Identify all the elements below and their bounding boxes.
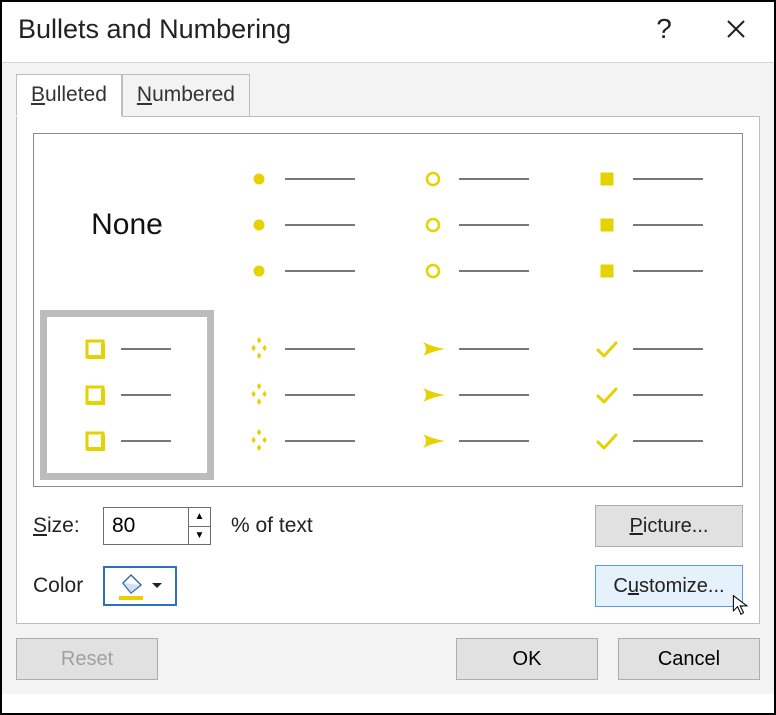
close-button[interactable] <box>714 7 758 51</box>
tab-bulleted[interactable]: Bulleted <box>16 74 122 117</box>
disc-icon <box>247 167 271 191</box>
bullet-style-arrowhead[interactable] <box>388 310 562 480</box>
size-spinner[interactable]: ▲ ▼ <box>103 507 211 545</box>
reset-button[interactable]: Reset <box>16 638 158 680</box>
bullet-style-none[interactable]: None <box>40 140 214 310</box>
filled-square-icon <box>595 167 619 191</box>
tab-numbered[interactable]: Numbered <box>122 74 250 117</box>
tab-panel: None <box>16 116 760 624</box>
bullet-controls: Size: ▲ ▼ % of text Picture... Color <box>33 487 743 607</box>
bullet-style-open-square[interactable] <box>40 310 214 480</box>
chevron-down-icon <box>151 582 163 590</box>
tab-strip: Bulleted Numbered <box>16 73 760 116</box>
size-input[interactable] <box>104 508 188 544</box>
close-icon <box>725 18 747 40</box>
bullet-style-ring[interactable] <box>388 140 562 310</box>
tab-numbered-accel: N <box>137 83 152 106</box>
picture-button[interactable]: Picture... <box>595 505 743 547</box>
ok-button[interactable]: OK <box>456 638 598 680</box>
arrowhead-icon <box>421 337 445 361</box>
help-button[interactable]: ? <box>642 7 686 51</box>
bullet-style-disc[interactable] <box>214 140 388 310</box>
color-picker-button[interactable] <box>103 566 177 606</box>
bullets-numbering-dialog: Bullets and Numbering ? Bulleted Numbere… <box>0 0 776 715</box>
cursor-icon <box>730 594 752 616</box>
bullet-grid-frame: None <box>33 133 743 487</box>
dialog-footer: Reset OK Cancel <box>16 624 760 680</box>
customize-button[interactable]: Customize... <box>595 565 743 607</box>
title-bar: Bullets and Numbering ? <box>2 2 774 62</box>
tab-bulleted-accel: B <box>31 83 45 106</box>
dialog-body: Bulleted Numbered None <box>2 62 774 694</box>
bullet-style-grid: None <box>40 140 736 480</box>
bullet-style-square[interactable] <box>562 140 736 310</box>
paint-bucket-icon <box>117 571 145 601</box>
size-up-button[interactable]: ▲ <box>189 508 210 527</box>
four-diamonds-icon <box>247 337 271 361</box>
dialog-title: Bullets and Numbering <box>18 14 614 45</box>
bullet-style-check[interactable] <box>562 310 736 480</box>
bullet-style-diamonds[interactable] <box>214 310 388 480</box>
size-label: Size: <box>33 514 103 538</box>
check-icon <box>595 337 619 361</box>
color-label: Color <box>33 574 103 598</box>
none-label: None <box>91 208 163 242</box>
size-suffix: % of text <box>223 514 383 538</box>
cancel-button[interactable]: Cancel <box>618 638 760 680</box>
size-down-button[interactable]: ▼ <box>189 527 210 545</box>
ring-icon <box>421 167 445 191</box>
open-square-icon <box>83 337 107 361</box>
